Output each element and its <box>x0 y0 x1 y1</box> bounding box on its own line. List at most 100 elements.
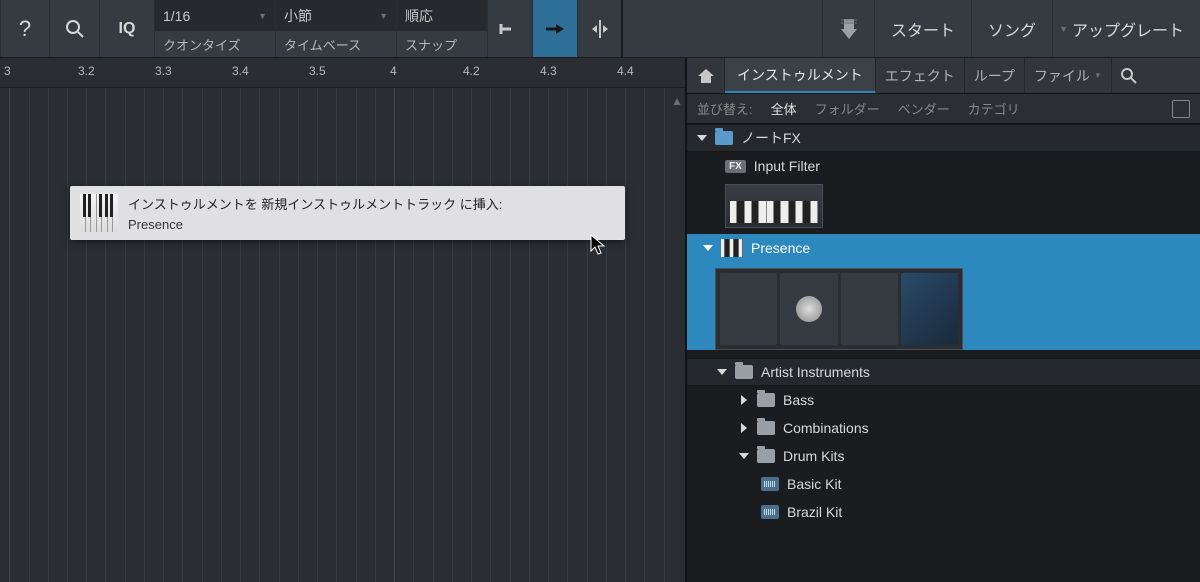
folder-icon <box>757 393 775 407</box>
browser-panel: インストゥルメント エフェクト ループ ファイル▼ 並び替え: 全体 フォルダー… <box>685 58 1200 582</box>
tool-split-button[interactable] <box>578 0 623 57</box>
sort-vendor[interactable]: ベンダー <box>898 99 950 118</box>
category-label: ノートFX <box>741 128 801 148</box>
snap-value: 順応 <box>405 6 433 26</box>
search-icon <box>1121 68 1137 84</box>
folder-label: Drum Kits <box>783 448 844 464</box>
grid-view-toggle[interactable] <box>1172 100 1190 118</box>
browser-tree: ノートFX FX Input Filter Presence <box>687 124 1200 582</box>
chevron-down-icon: ▼ <box>1059 24 1068 34</box>
category-note-fx[interactable]: ノートFX <box>687 124 1200 152</box>
folder-label: Combinations <box>783 420 869 436</box>
item-label: Presence <box>751 240 810 256</box>
tab-files[interactable]: ファイル▼ <box>1025 58 1112 93</box>
toolbar-right: スタート ソング ▼アップグレート <box>822 0 1200 57</box>
chevron-down-icon: ▼ <box>258 11 267 21</box>
arrange-view[interactable]: 3 3.2 3.3 3.4 3.5 4 4.2 4.3 4.4 ▲ <box>0 58 685 582</box>
download-button[interactable] <box>823 0 875 57</box>
triangle-open-icon <box>703 245 713 251</box>
ruler-tick: 4 <box>390 64 397 78</box>
tab-effects[interactable]: エフェクト <box>876 58 965 93</box>
preset-basic-kit[interactable]: Basic Kit <box>687 470 1200 498</box>
snap-dropdown[interactable]: 順応 スナップ <box>397 0 488 57</box>
preset-icon <box>761 477 779 491</box>
browser-home-button[interactable] <box>687 58 725 93</box>
sort-label: 並び替え: <box>697 99 753 118</box>
chevron-down-icon: ▼ <box>1094 71 1102 80</box>
browser-search-button[interactable] <box>1112 58 1146 93</box>
chevron-down-icon: ▼ <box>379 11 388 21</box>
tool-normal-button[interactable] <box>488 0 533 57</box>
ruler-tick: 3.4 <box>232 64 249 78</box>
magnify-icon <box>65 19 85 39</box>
tab-loops[interactable]: ループ <box>965 58 1025 93</box>
snap-label: スナップ <box>397 31 487 57</box>
tooltip-line2: Presence <box>128 217 502 232</box>
item-presence-selected[interactable]: Presence <box>687 234 1200 350</box>
start-link[interactable]: スタート <box>875 0 972 57</box>
triangle-open-icon <box>717 369 727 375</box>
folder-label: Bass <box>783 392 814 408</box>
top-toolbar: ? IQ 1/16 ▼ クオンタイズ 小節 ▼ タイムベース 順応 スナップ スター… <box>0 0 1200 58</box>
timeline-ruler[interactable]: 3 3.2 3.3 3.4 3.5 4 4.2 4.3 4.4 <box>0 58 685 88</box>
triangle-closed-icon <box>741 423 747 433</box>
folder-icon <box>715 131 733 145</box>
main-area: 3 3.2 3.3 3.4 3.5 4 4.2 4.3 4.4 ▲ <box>0 58 1200 582</box>
quantize-label: クオンタイズ <box>155 31 275 57</box>
drag-insert-tooltip: インストゥルメントを 新規インストゥルメントトラック に挿入: Presence <box>70 186 625 240</box>
fx-badge-icon: FX <box>725 160 746 173</box>
ruler-tick: 3.3 <box>155 64 172 78</box>
folder-icon <box>757 449 775 463</box>
item-label: Input Filter <box>754 158 820 174</box>
ruler-tick: 3.5 <box>309 64 326 78</box>
item-input-filter[interactable]: FX Input Filter <box>687 152 1200 180</box>
tool-arrow-icon <box>544 21 566 37</box>
ruler-tick: 4.3 <box>540 64 557 78</box>
magnify-button[interactable] <box>50 0 100 57</box>
ruler-tick: 3.2 <box>78 64 95 78</box>
sort-folder[interactable]: フォルダー <box>815 99 880 118</box>
triangle-open-icon <box>739 453 749 459</box>
tool-arrow-button[interactable] <box>533 0 578 57</box>
quantize-dropdown[interactable]: 1/16 ▼ クオンタイズ <box>155 0 276 57</box>
help-button[interactable]: ? <box>0 0 50 57</box>
folder-bass[interactable]: Bass <box>687 386 1200 414</box>
tool-normal-icon <box>499 21 521 37</box>
input-filter-thumbnail[interactable] <box>725 184 823 228</box>
preset-icon <box>761 505 779 519</box>
tab-instruments[interactable]: インストゥルメント <box>725 58 876 93</box>
folder-drum-kits[interactable]: Drum Kits <box>687 442 1200 470</box>
piano-icon <box>721 239 743 257</box>
tool-split-icon <box>589 18 611 40</box>
iq-button[interactable]: IQ <box>100 0 155 57</box>
triangle-open-icon <box>697 135 707 141</box>
tooltip-line1: インストゥルメントを 新規インストゥルメントトラック に挿入: <box>128 194 502 213</box>
piano-icon <box>80 194 118 232</box>
quantize-value: 1/16 <box>163 8 190 24</box>
browser-tabs: インストゥルメント エフェクト ループ ファイル▼ <box>687 58 1200 94</box>
ruler-tick: 4.4 <box>617 64 634 78</box>
timebase-dropdown[interactable]: 小節 ▼ タイムベース <box>276 0 397 57</box>
sort-all[interactable]: 全体 <box>771 99 797 118</box>
folder-icon <box>757 421 775 435</box>
timebase-value: 小節 <box>284 6 312 26</box>
preset-label: Brazil Kit <box>787 504 842 520</box>
arrange-grid <box>0 88 685 582</box>
folder-combinations[interactable]: Combinations <box>687 414 1200 442</box>
song-link[interactable]: ソング <box>972 0 1053 57</box>
home-icon <box>697 68 715 84</box>
preset-brazil-kit[interactable]: Brazil Kit <box>687 498 1200 526</box>
presence-thumbnail[interactable] <box>715 268 963 350</box>
upgrade-link[interactable]: ▼アップグレート <box>1053 0 1200 57</box>
ruler-tick: 3 <box>4 64 11 78</box>
timebase-label: タイムベース <box>276 31 396 57</box>
folder-label: Artist Instruments <box>761 364 870 380</box>
preset-label: Basic Kit <box>787 476 841 492</box>
sort-category[interactable]: カテゴリ <box>968 99 1020 118</box>
ruler-tick: 4.2 <box>463 64 480 78</box>
download-icon <box>835 15 863 43</box>
folder-artist-instruments[interactable]: Artist Instruments <box>687 358 1200 386</box>
folder-icon <box>735 365 753 379</box>
mouse-cursor-icon <box>590 234 608 256</box>
browser-sort-bar: 並び替え: 全体 フォルダー ベンダー カテゴリ <box>687 94 1200 124</box>
